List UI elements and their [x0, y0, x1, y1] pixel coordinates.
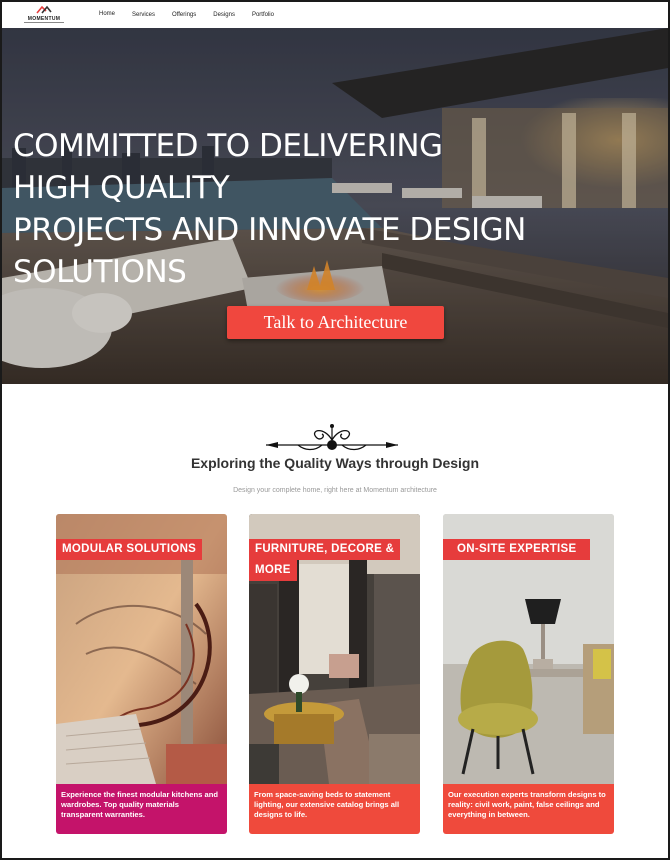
- brand-underline: [24, 22, 64, 23]
- nav-designs[interactable]: Designs: [213, 12, 235, 18]
- card-label: FURNITURE, DECORE &: [249, 539, 401, 560]
- hero-title-line: PROJECTS AND INNOVATE DESIGN: [13, 212, 526, 248]
- card-label: ON-SITE EXPERTISE: [443, 539, 591, 560]
- hero-title-line: HIGH QUALITY: [13, 170, 230, 206]
- card-modular-solutions[interactable]: MODULAR SOLUTIONS Experience the finest …: [56, 514, 227, 834]
- nav-portfolio[interactable]: Portfolio: [252, 12, 274, 18]
- hero-section: COMMITTED TO DELIVERING HIGH QUALITY PRO…: [2, 28, 668, 384]
- nav-services[interactable]: Services: [132, 12, 155, 18]
- card-label: MORE: [249, 560, 297, 581]
- hero-title-line: COMMITTED TO DELIVERING: [13, 128, 443, 164]
- card-label: MODULAR SOLUTIONS: [56, 539, 203, 560]
- page-frame: MOMENTUM Home Services Offerings Designs…: [2, 2, 668, 858]
- nav-links: Home Services Offerings Designs Portfoli…: [99, 11, 291, 18]
- card-description: Experience the finest modular kitchens a…: [56, 784, 227, 834]
- card-on-site-expertise[interactable]: ON-SITE EXPERTISE Our execution experts …: [443, 514, 614, 834]
- roof-logo-icon: [36, 5, 52, 14]
- navbar: MOMENTUM Home Services Offerings Designs…: [2, 2, 668, 28]
- card-description: From space-saving beds to statement ligh…: [249, 784, 420, 834]
- card-description: Our execution experts transform designs …: [443, 784, 614, 834]
- brand-logo[interactable]: MOMENTUM: [24, 5, 64, 25]
- talk-to-architecture-button[interactable]: Talk to Architecture: [227, 306, 444, 339]
- section-title: Exploring the Quality Ways through Desig…: [190, 455, 480, 471]
- hero-title: COMMITTED TO DELIVERING HIGH QUALITY PRO…: [13, 125, 573, 293]
- card-furniture-decore[interactable]: FURNITURE, DECORE & MORE From space-savi…: [249, 514, 420, 834]
- section-subtitle: Design your complete home, right here at…: [233, 487, 437, 494]
- nav-offerings[interactable]: Offerings: [172, 12, 196, 18]
- hero-title-line: SOLUTIONS: [13, 254, 187, 290]
- decorative-flourish-icon: [266, 424, 398, 451]
- nav-home[interactable]: Home: [99, 11, 115, 17]
